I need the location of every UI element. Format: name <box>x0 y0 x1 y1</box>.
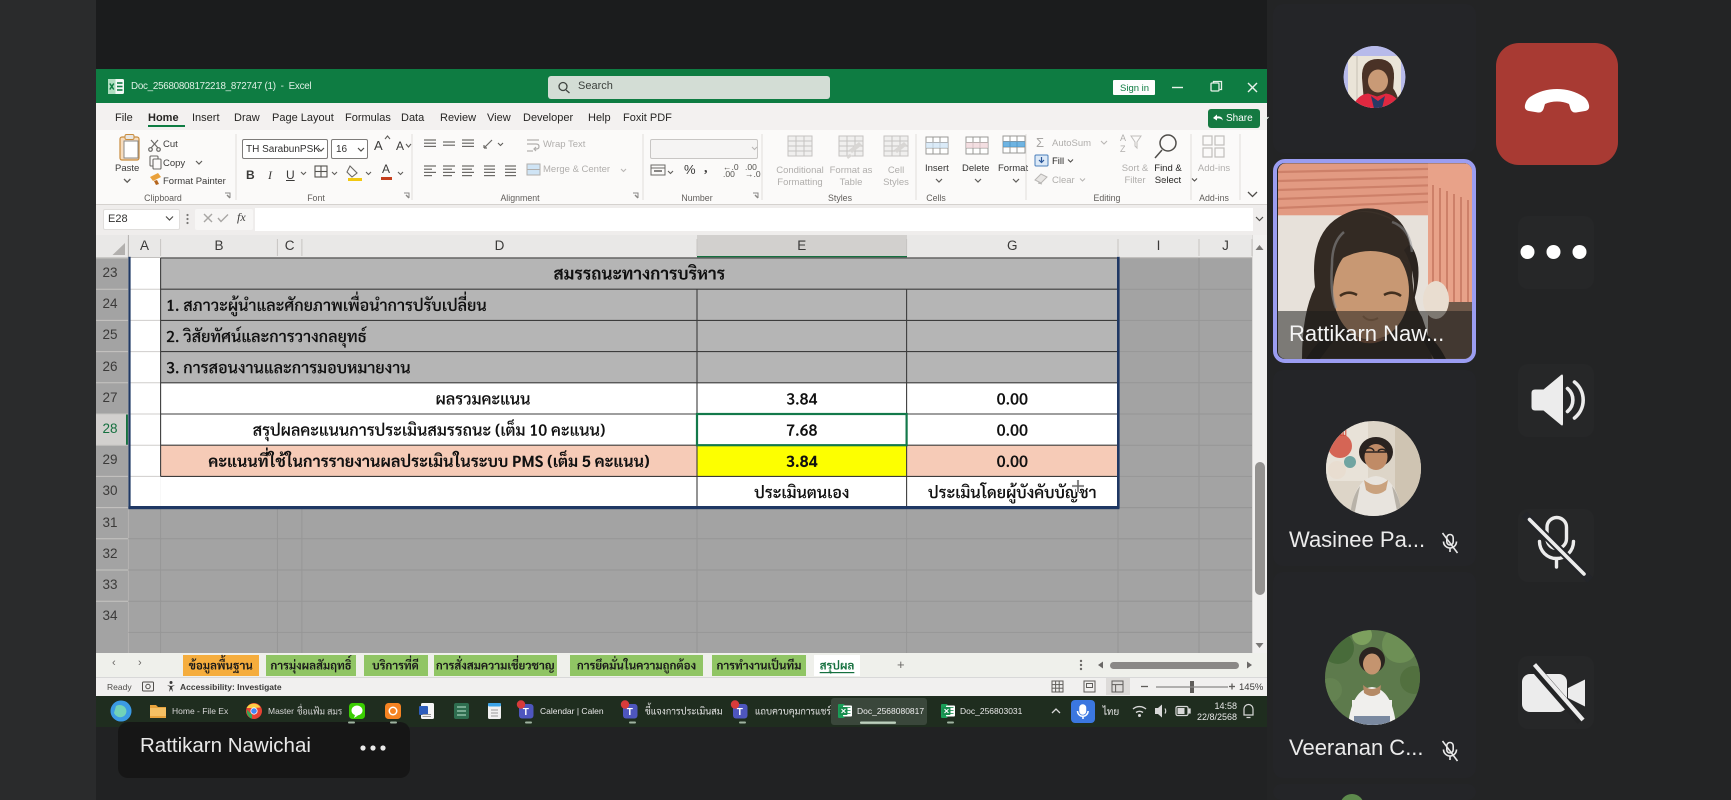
svg-text:→.0: →.0 <box>745 169 761 179</box>
svg-text:Rattikarn Naw...: Rattikarn Naw... <box>1289 321 1444 346</box>
svg-text:Veeranan C...: Veeranan C... <box>1289 735 1424 760</box>
svg-text:Wasinee Pa...: Wasinee Pa... <box>1289 527 1425 552</box>
svg-text:T: T <box>627 707 633 718</box>
svg-text:.00: .00 <box>723 169 735 179</box>
svg-text:T: T <box>737 707 743 718</box>
svg-text:T: T <box>523 707 529 718</box>
svg-text:Cal: Cal <box>1333 428 1347 438</box>
